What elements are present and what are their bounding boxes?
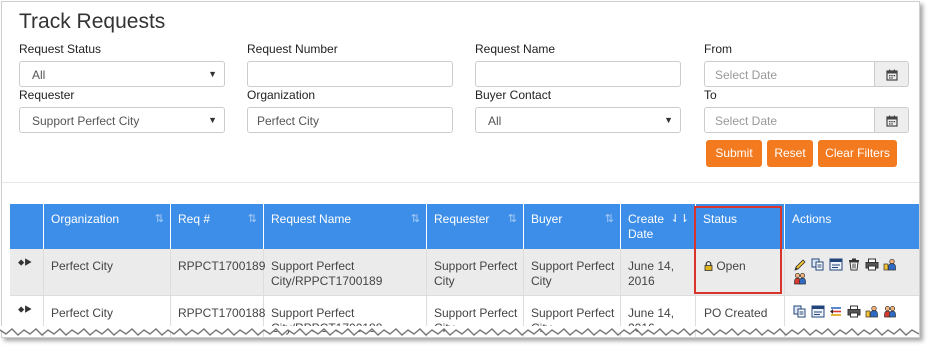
organization-value: Perfect City [257, 114, 320, 128]
table-row[interactable]: ⬥▶ Perfect City RPPCT1700189 Support Per… [10, 249, 919, 295]
column-header-req[interactable]: Req # ⇅ [171, 204, 264, 249]
request-number-label: Request Number [247, 42, 338, 56]
expand-column-header [10, 204, 44, 249]
requester-select[interactable]: Support Perfect City ▼ [19, 107, 225, 133]
request-status-select[interactable]: All ▼ [19, 61, 225, 87]
organization-text: Perfect City [51, 259, 114, 273]
convert-icon[interactable] [829, 305, 843, 318]
req-text: RPPCT1700189 [178, 259, 266, 273]
requester-label: Requester [19, 88, 75, 102]
table-header: Organization ⇅ Req # ⇅ Request Name ⇅ Reque… [10, 204, 919, 249]
sort-icon: ⇅ [247, 213, 257, 225]
chevron-down-icon: ▼ [208, 115, 217, 125]
column-header-organization[interactable]: Organization ⇅ [44, 204, 171, 249]
buyer-contact-label: Buyer Contact [475, 88, 552, 102]
users-icon[interactable] [793, 272, 807, 285]
request-number-input[interactable] [247, 61, 453, 87]
users-icon[interactable] [883, 305, 897, 318]
from-label: From [704, 42, 732, 56]
column-header-request-name[interactable]: Request Name ⇅ [264, 204, 427, 249]
buyer-contact-select[interactable]: All ▼ [475, 107, 681, 133]
status-highlight-box [694, 206, 782, 294]
assign-icon[interactable] [883, 258, 897, 271]
submit-button[interactable]: Submit [706, 140, 762, 167]
view-icon[interactable] [811, 305, 825, 318]
print-icon[interactable] [847, 305, 861, 318]
request-name-input[interactable] [475, 61, 681, 87]
column-header-buyer[interactable]: Buyer ⇅ [524, 204, 621, 249]
column-header-create-date[interactable]: Create Date ⇃⇂ [621, 204, 696, 249]
clear-filters-button[interactable]: Clear Filters [818, 140, 897, 167]
requester-value: Support Perfect City [32, 114, 140, 128]
page-title: Track Requests [19, 10, 166, 33]
status-text: PO Created [704, 306, 768, 320]
column-header-label: Actions [792, 212, 832, 226]
section-divider [2, 182, 919, 183]
request-name-cell: Support Perfect City/RPPCT1700189 [264, 249, 427, 295]
column-header-label: Create Date [628, 212, 665, 241]
from-date-placeholder: Select Date [715, 68, 778, 82]
requester-text: Support Perfect City [434, 259, 518, 288]
expand-cell[interactable]: ⬥▶ [10, 249, 44, 295]
sort-icon: ⇅ [604, 213, 614, 225]
chevron-down-icon: ▼ [664, 115, 673, 125]
view-icon[interactable] [829, 258, 843, 271]
torn-edge [0, 326, 920, 336]
sort-icon: ⇅ [410, 213, 420, 225]
assign-icon[interactable] [865, 305, 879, 318]
request-name-label: Request Name [475, 42, 556, 56]
to-label: To [704, 88, 717, 102]
edit-icon[interactable] [793, 258, 807, 271]
calendar-icon[interactable] [874, 61, 909, 87]
column-header-label: Req # [178, 212, 211, 226]
organization-label: Organization [247, 88, 316, 102]
sort-icon: ⇅ [507, 213, 517, 225]
column-header-actions: Actions [785, 204, 919, 249]
create-date-text: June 14, 2016 [628, 259, 675, 288]
column-header-label: Buyer [531, 212, 563, 226]
track-requests-panel: Track Requests Request Status All ▼ Requ… [1, 1, 920, 338]
organization-cell: Perfect City [44, 249, 171, 295]
requester-cell: Support Perfect City [427, 249, 524, 295]
column-header-label: Organization [51, 212, 120, 226]
buyer-cell: Support Perfect City [524, 249, 621, 295]
column-header-label: Request Name [271, 212, 352, 226]
calendar-icon[interactable] [874, 107, 909, 133]
sort-desc-icon: ⇃⇂ [670, 213, 689, 225]
create-date-cell: June 14, 2016 [621, 249, 696, 295]
actions-cell [785, 249, 919, 295]
buyer-text: Support Perfect City [531, 259, 615, 288]
column-header-requester[interactable]: Requester ⇅ [427, 204, 524, 249]
organization-text: Perfect City [51, 306, 114, 320]
sort-icon: ⇅ [154, 213, 164, 225]
req-cell: RPPCT1700189 [171, 249, 266, 295]
request-name-text: Support Perfect City/RPPCT1700189 [271, 259, 383, 288]
request-status-value: All [32, 68, 46, 82]
chevron-down-icon: ▼ [208, 69, 217, 79]
copy-icon[interactable] [793, 305, 807, 318]
expand-arrow-icon[interactable]: ⬥▶ [18, 304, 32, 315]
req-text: RPPCT1700188 [178, 306, 266, 320]
copy-icon[interactable] [811, 258, 825, 271]
to-date-placeholder: Select Date [715, 114, 778, 128]
expand-arrow-icon[interactable]: ⬥▶ [18, 257, 32, 268]
from-date-input[interactable]: Select Date [704, 61, 875, 87]
organization-input[interactable]: Perfect City [247, 107, 453, 133]
column-header-label: Requester [434, 212, 490, 226]
from-date-picker[interactable]: Select Date [704, 61, 909, 87]
request-status-label: Request Status [19, 42, 102, 56]
print-icon[interactable] [865, 258, 879, 271]
delete-icon[interactable] [847, 258, 861, 271]
reset-button[interactable]: Reset [767, 140, 813, 167]
buyer-contact-value: All [488, 114, 502, 128]
to-date-picker[interactable]: Select Date [704, 107, 909, 133]
to-date-input[interactable]: Select Date [704, 107, 875, 133]
